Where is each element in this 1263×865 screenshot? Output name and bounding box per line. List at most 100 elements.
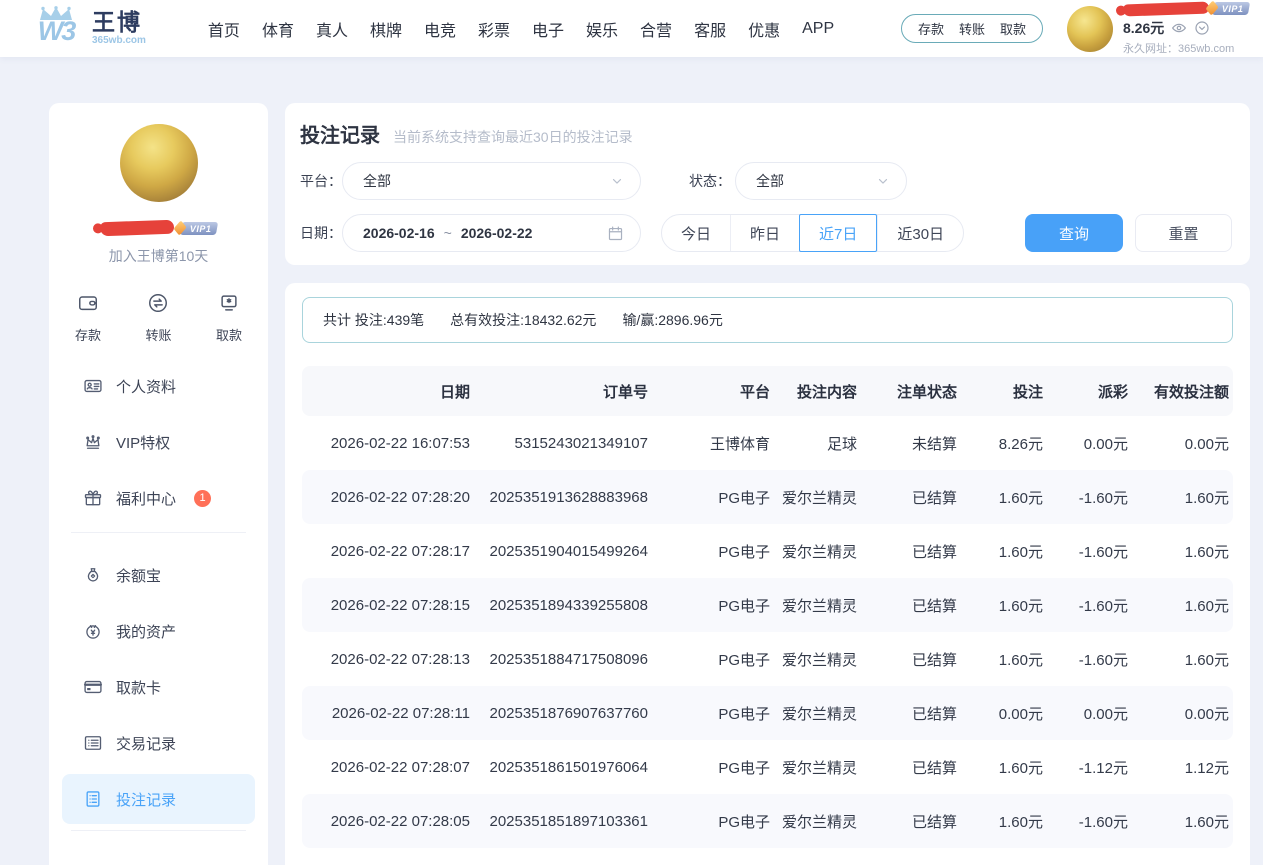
nav-item[interactable]: APP [802, 20, 834, 38]
range-button[interactable]: 近7日 [799, 214, 877, 252]
nav-item[interactable]: 真人 [316, 17, 348, 41]
sidebar-item[interactable]: VIP特权 [49, 414, 268, 470]
table-cell: 0.00元 [1043, 433, 1128, 454]
logo-mark-text: W3 [30, 16, 82, 47]
withdraw-icon [218, 292, 240, 319]
table-cell: 足球 [770, 433, 857, 454]
reset-button[interactable]: 重置 [1135, 214, 1232, 252]
table-cell: -1.60元 [1043, 541, 1128, 562]
table-cell: 爱尔兰精灵 [770, 757, 857, 778]
bet-record-icon [83, 789, 103, 809]
column-header: 派彩 [1043, 381, 1128, 402]
table-cell: 1.60元 [957, 487, 1043, 508]
bet-records-table: 日期订单号平台投注内容注单状态投注派彩有效投注额 2026-02-22 16:0… [302, 366, 1233, 848]
column-header: 注单状态 [857, 381, 957, 402]
range-button[interactable]: 昨日 [730, 215, 799, 251]
sidebar-item[interactable]: 投注记录 [62, 774, 255, 824]
table-cell: 2025351913628883968 [470, 489, 648, 506]
transfer-icon [147, 292, 169, 319]
gift-icon [83, 488, 103, 508]
vip-level-badge: VIP1 [1212, 2, 1250, 15]
table-row: 2026-02-22 07:28:202025351913628883968PG… [302, 470, 1233, 524]
moneybag-icon [83, 565, 103, 585]
table-cell: 1.60元 [1128, 541, 1229, 562]
date-range-input[interactable]: 2026-02-16 ~ 2026-02-22 [342, 214, 641, 252]
nav-item[interactable]: 电竞 [424, 17, 456, 41]
table-cell: 8.26元 [957, 433, 1043, 454]
table-cell: 1.60元 [957, 811, 1043, 832]
table-cell: 2025351884717508096 [470, 651, 648, 668]
nav-item[interactable]: 首页 [208, 17, 240, 41]
table-cell: 2026-02-22 07:28:07 [302, 759, 470, 776]
table-cell: 爱尔兰精灵 [770, 649, 857, 670]
crown-icon [83, 432, 103, 452]
wallet-pill-link[interactable]: 取款 [1000, 19, 1026, 38]
table-cell: 2025351904015499264 [470, 543, 648, 560]
table-cell: 2026-02-22 07:28:05 [302, 813, 470, 830]
balance-amount: 8.26元 [1123, 18, 1164, 38]
site-logo[interactable]: W3 王博 365wb.com [30, 5, 146, 53]
column-header: 投注内容 [770, 381, 857, 402]
nav-item[interactable]: 娱乐 [586, 17, 618, 41]
sidebar-item[interactable]: 福利中心1 [49, 470, 268, 526]
refresh-balance-icon[interactable] [1194, 20, 1210, 36]
sidebar-item[interactable]: 个人资料 [49, 358, 268, 414]
table-cell: 1.12元 [1128, 757, 1229, 778]
table-row: 2026-02-22 07:28:112025351876907637760PG… [302, 686, 1233, 740]
range-button[interactable]: 今日 [662, 215, 730, 251]
range-button[interactable]: 近30日 [877, 215, 963, 251]
quick-action-存款[interactable]: 存款 [75, 292, 101, 344]
table-cell: 爱尔兰精灵 [770, 811, 857, 832]
platform-select[interactable]: 全部 [342, 162, 641, 200]
nav-item[interactable]: 彩票 [478, 17, 510, 41]
logo-crown-icon: W3 [30, 5, 82, 53]
nav-item[interactable]: 体育 [262, 17, 294, 41]
table-cell: 1.60元 [1128, 811, 1229, 832]
records-panel: 共计 投注:439笔 总有效投注:18432.62元 输/赢:2896.96元 … [285, 283, 1250, 865]
table-cell: 爱尔兰精灵 [770, 541, 857, 562]
nav-item[interactable]: 棋牌 [370, 17, 402, 41]
table-cell: 王博体育 [648, 433, 770, 454]
chevron-down-icon [610, 174, 624, 188]
status-select[interactable]: 全部 [735, 162, 907, 200]
page: W3 王博 365wb.com 首页体育真人棋牌电竞彩票电子娱乐合营客服优惠 AP… [0, 0, 1263, 865]
wallet-pill-link[interactable]: 转账 [959, 19, 985, 38]
table-cell: 2025351876907637760 [470, 705, 648, 722]
sidebar-item[interactable]: 取款卡 [49, 659, 268, 715]
nav-item[interactable]: 客服 [694, 17, 726, 41]
sidebar-item[interactable]: 交易记录 [49, 715, 268, 771]
table-cell: 已结算 [857, 541, 957, 562]
eye-icon[interactable] [1171, 20, 1187, 36]
nav-item[interactable]: 优惠 [748, 17, 780, 41]
sidebar-item[interactable]: 余额宝 [49, 547, 268, 603]
joined-days-label: 加入王博第10天 [49, 246, 268, 266]
sidebar: VIP1 加入王博第10天 存款转账取款 个人资料VIP特权福利中心1 余额宝我… [49, 103, 268, 865]
table-cell: 0.00元 [1128, 703, 1229, 724]
date-filter-label: 日期： [300, 223, 342, 243]
profile-avatar[interactable] [120, 124, 198, 202]
quick-action-取款[interactable]: 取款 [216, 292, 242, 344]
table-cell: 2026-02-22 16:07:53 [302, 435, 470, 452]
table-cell: 2026-02-22 07:28:11 [302, 705, 470, 722]
date-to: 2026-02-22 [461, 225, 533, 241]
quick-action-转账[interactable]: 转账 [145, 292, 171, 344]
nav-item[interactable]: 合营 [640, 17, 672, 41]
wallet-pill-link[interactable]: 存款 [918, 19, 944, 38]
table-cell: 爱尔兰精灵 [770, 703, 857, 724]
deposit-icon [77, 292, 99, 319]
table-cell: -1.60元 [1043, 811, 1128, 832]
logo-site-name: 王博 [92, 10, 146, 34]
nav-item[interactable]: 电子 [532, 17, 564, 41]
platform-filter-label: 平台： [300, 171, 342, 191]
user-avatar[interactable] [1067, 6, 1113, 52]
table-row: 2026-02-22 07:28:132025351884717508096PG… [302, 632, 1233, 686]
sidebar-item[interactable]: 我的资产 [49, 603, 268, 659]
table-cell: 2026-02-22 07:28:15 [302, 597, 470, 614]
table-cell: PG电子 [648, 487, 770, 508]
search-button[interactable]: 查询 [1025, 214, 1123, 252]
table-cell: 未结算 [857, 433, 957, 454]
table-cell: PG电子 [648, 649, 770, 670]
table-row: 2026-02-22 07:28:052025351851897103361PG… [302, 794, 1233, 848]
divider [71, 830, 246, 831]
permanent-url-label: 永久网址：365wb.com [1123, 40, 1249, 56]
